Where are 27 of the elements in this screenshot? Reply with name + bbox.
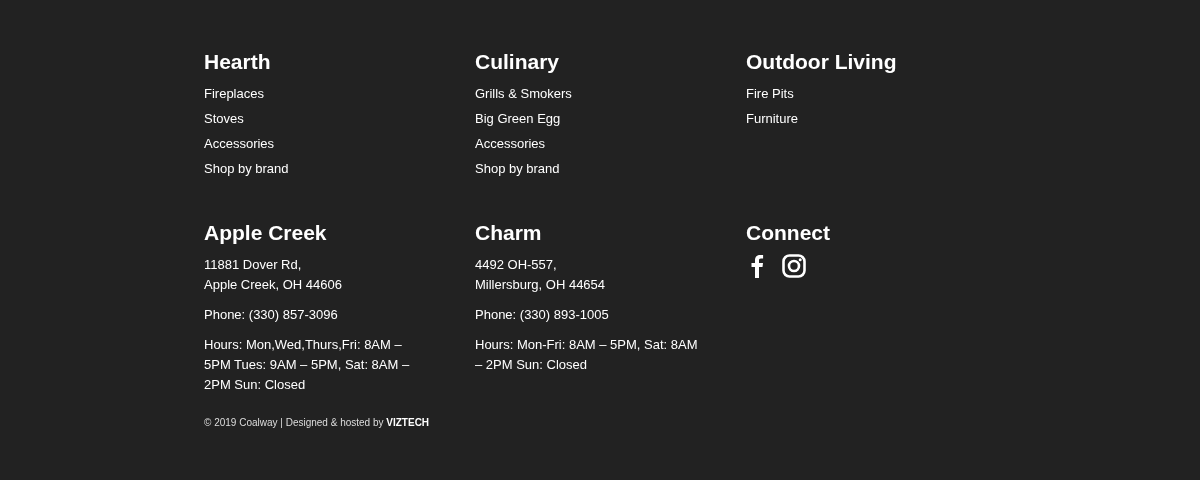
footer-link[interactable]: Accessories	[204, 136, 275, 152]
footer-link[interactable]: Big Green Egg	[475, 111, 561, 127]
phone-text: Phone: (330) 857-3096	[204, 306, 339, 324]
location-heading: Charm	[475, 220, 543, 246]
copyright-text: © 2019 Coalway | Designed & hosted by VIZTECH	[204, 417, 430, 428]
column-heading: Outdoor Living	[746, 49, 898, 75]
address-line: Millersburg, OH 44654	[475, 276, 606, 294]
footer-link[interactable]: Fire Pits	[746, 86, 794, 102]
footer-link[interactable]: Furniture	[746, 111, 799, 127]
column-heading: Culinary	[475, 49, 561, 75]
facebook-icon[interactable]	[750, 254, 764, 278]
hours-text: Hours: Mon-Fri: 8AM – 5PM, Sat: 8AM – 2PM Sun: Closed	[475, 336, 699, 374]
address-line: 4492 OH-557,	[475, 256, 557, 274]
location-heading: Apple Creek	[204, 220, 328, 246]
footer-link[interactable]: Shop by brand	[204, 161, 289, 177]
instagram-icon[interactable]	[782, 254, 806, 278]
connect-heading: Connect	[746, 220, 831, 246]
address-line: Apple Creek, OH 44606	[204, 276, 343, 294]
address-line: 11881 Dover Rd,	[204, 256, 302, 274]
column-heading: Hearth	[204, 49, 272, 75]
footer-link[interactable]: Fireplaces	[204, 86, 264, 102]
footer-link[interactable]: Accessories	[475, 136, 546, 152]
hours-text: Hours: Mon,Wed,Thurs,Fri: 8AM – 5PM Tues: 9AM – 5PM, Sat: 8AM – 2PM Sun: Closed	[204, 336, 411, 394]
footer-link[interactable]: Grills & Smokers	[475, 86, 572, 102]
footer-link[interactable]: Shop by brand	[475, 161, 560, 177]
footer-link[interactable]: Stoves	[204, 111, 244, 127]
phone-text: Phone: (330) 893-1005	[475, 306, 610, 324]
